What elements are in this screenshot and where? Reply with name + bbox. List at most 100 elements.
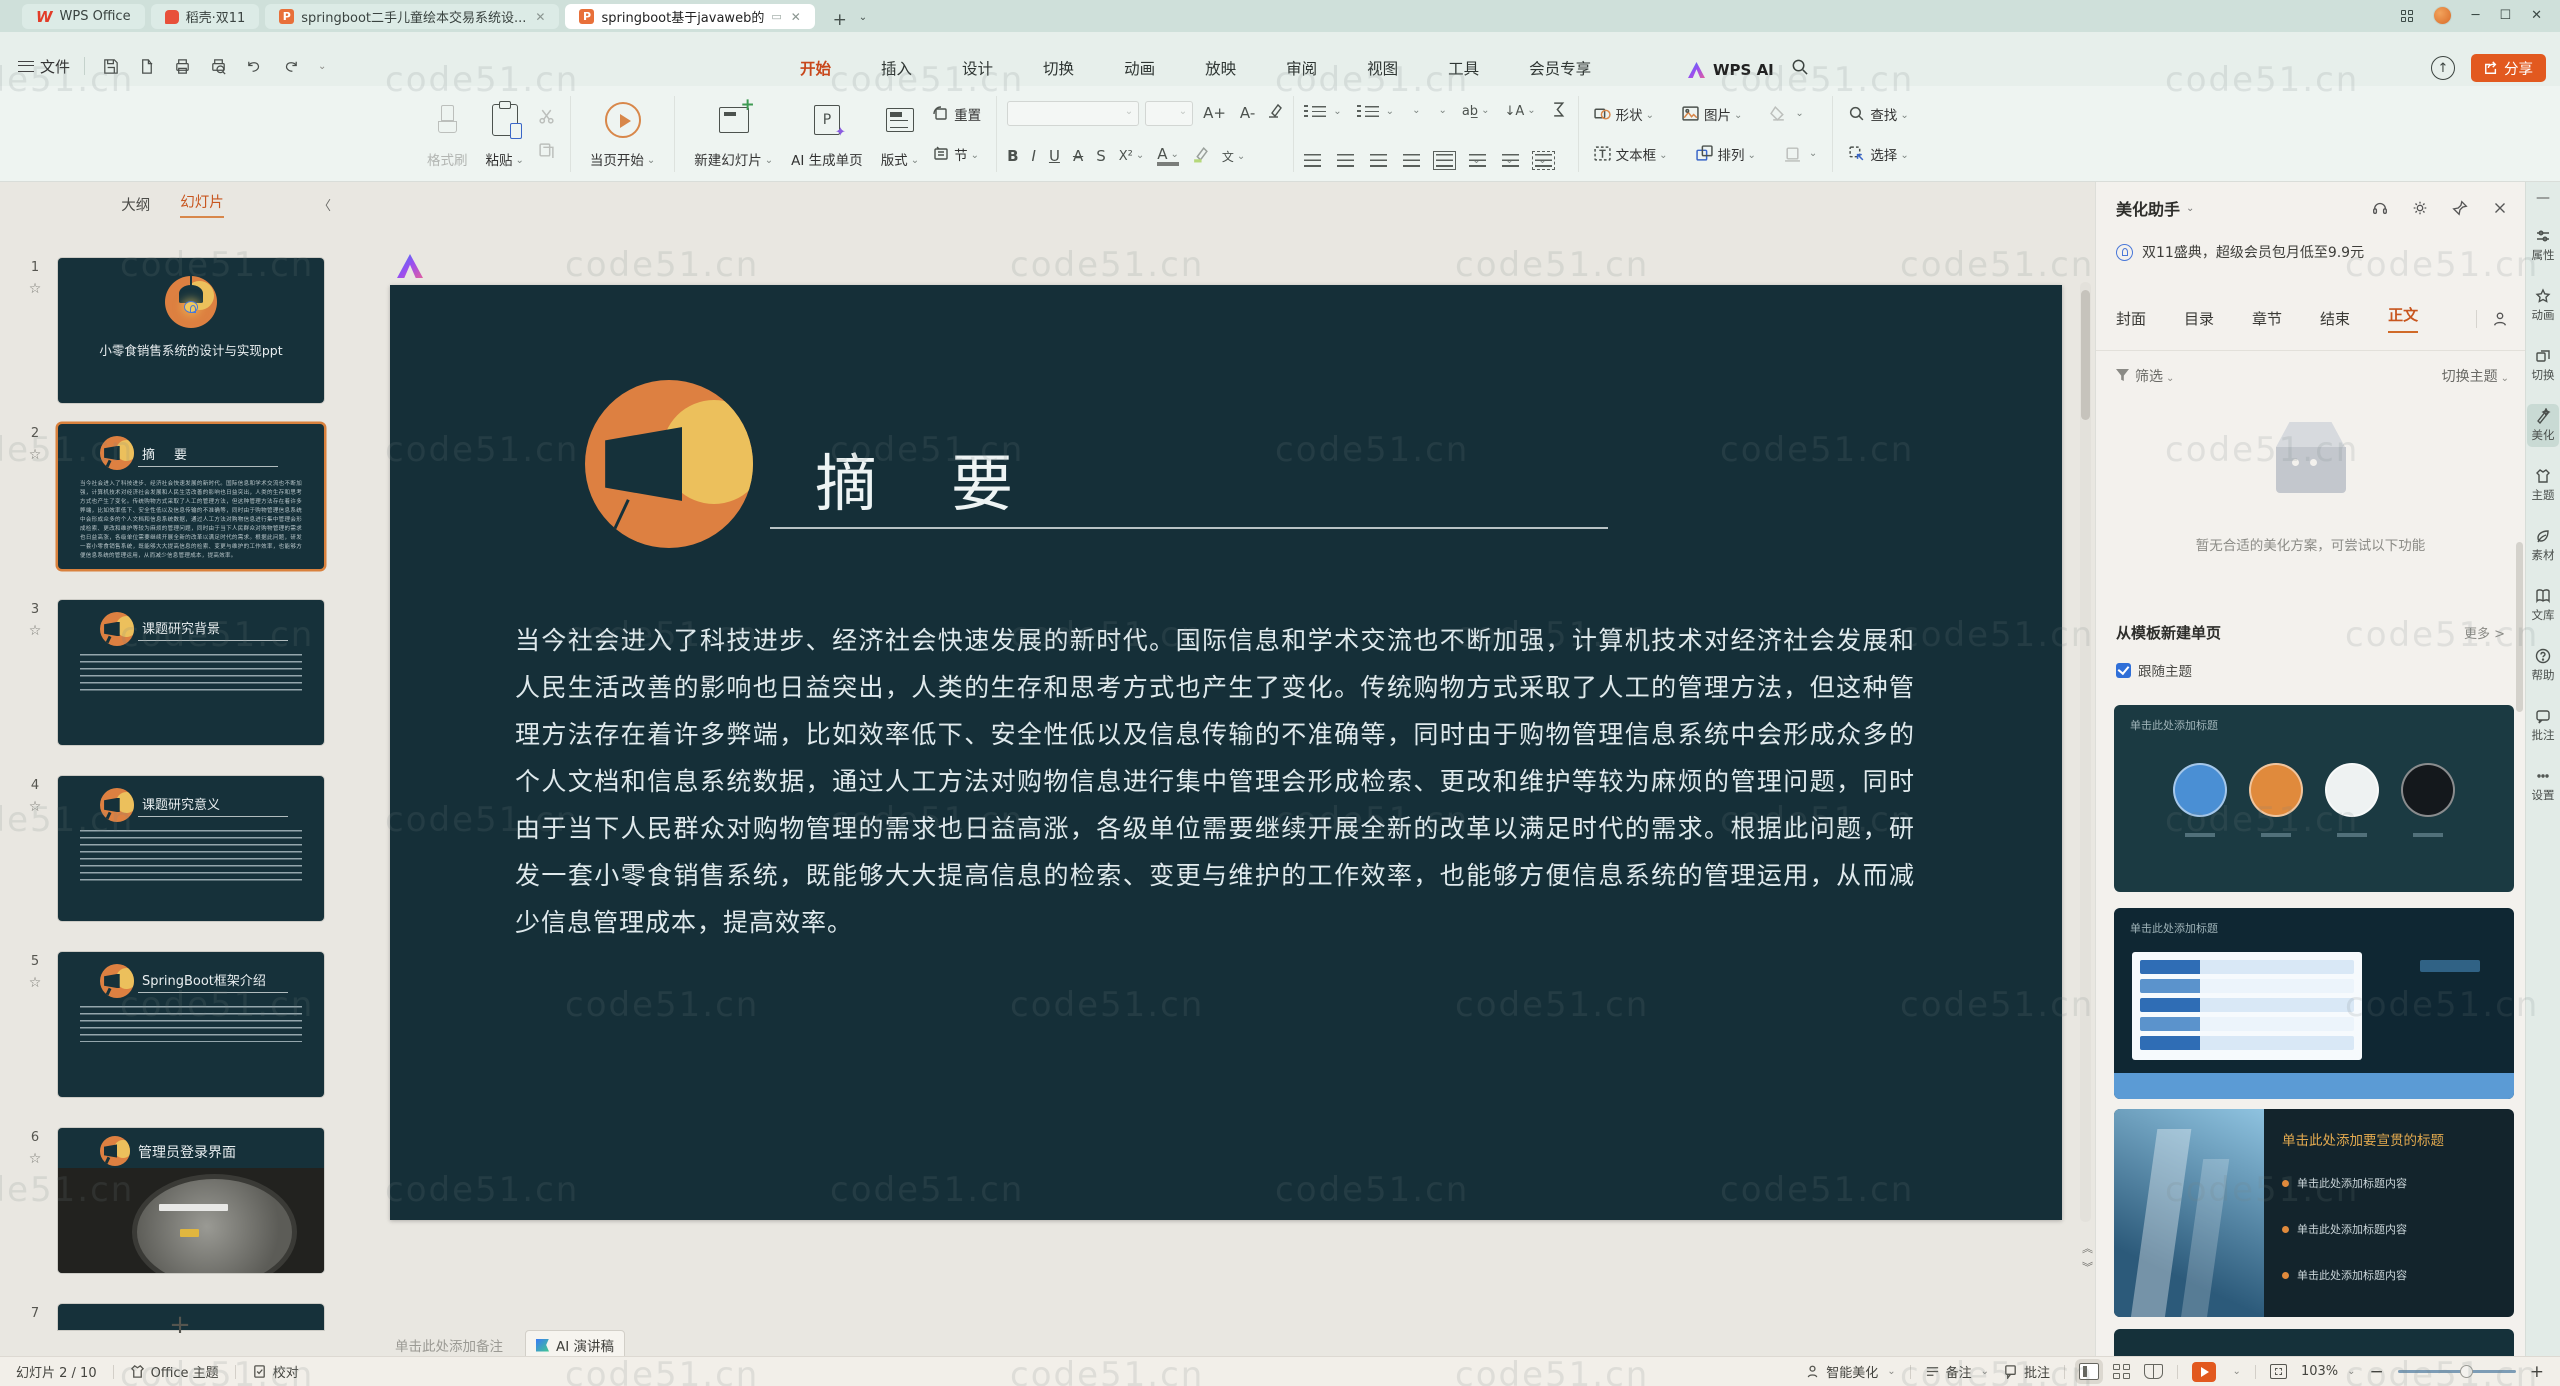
follow-theme-checkbox[interactable] [2116,663,2131,678]
close-tab-icon[interactable]: ✕ [791,10,801,24]
slide-thumbnail-5[interactable]: SpringBoot框架介绍 [58,952,324,1097]
slideshow-play-button[interactable] [2192,1362,2216,1382]
new-tab-button[interactable]: + [829,9,851,31]
decrease-indent-button[interactable] [1409,104,1420,119]
numbered-list-button[interactable] [1357,105,1394,117]
filter-dropdown[interactable]: 筛选⌄ [2116,366,2174,386]
increase-indent-button[interactable] [1435,104,1446,119]
proofing-button[interactable]: 校对 [252,1362,299,1381]
print-button[interactable] [171,55,193,77]
close-panel-icon[interactable] [2491,199,2509,217]
vertical-text-button[interactable]: ↓A [1504,104,1535,119]
new-slide-button[interactable]: 新建幻灯片 [685,97,782,171]
line-spacing-button[interactable] [1469,154,1486,167]
bullet-list-button[interactable] [1304,105,1341,117]
slide-thumbnail-6[interactable]: 管理员登录界面 [58,1128,324,1273]
rail-beautify[interactable]: 美化 [2527,404,2559,447]
tab-transition[interactable]: 切换 [1043,57,1074,79]
wps-ai-floating-icon[interactable] [397,254,423,278]
tab-list-dropdown-icon[interactable]: ⌄ [859,12,867,31]
wps-ai-button[interactable]: WPS AI [1688,61,1774,79]
slide-thumbnail-1[interactable]: 小零食销售系统的设计与实现ppt [58,258,324,403]
clear-format-button[interactable] [1265,102,1283,124]
close-tab-icon[interactable]: ✕ [535,10,545,24]
undo-button[interactable] [243,55,265,77]
tab-wps-home[interactable]: W WPS Office [22,4,145,29]
maximize-button[interactable]: ☐ [2499,9,2511,22]
smart-beautify-button[interactable]: 智能美化⌄ [1805,1362,1895,1381]
rail-assets[interactable]: 素材 [2527,524,2559,567]
zoom-slider[interactable] [2398,1370,2516,1373]
columns-button[interactable] [1502,154,1519,167]
select-button[interactable]: 选择 [1843,141,1913,167]
slide-sorter-view-button[interactable] [2113,1364,2130,1379]
notes-button[interactable]: 备注⌄ [1925,1362,1989,1381]
template-card-2[interactable]: 单击此处添加标题 [2114,908,2514,1099]
notes-placeholder[interactable]: 单击此处添加备注 [395,1335,503,1355]
bold-button[interactable]: B [1007,147,1018,165]
rail-transition[interactable]: 切换 [2527,344,2559,387]
italic-button[interactable]: I [1032,147,1036,165]
scrollbar-thumb[interactable] [2081,290,2090,420]
slide-body-text[interactable]: 当今社会进入了科技进步、经济社会快速发展的新时代。国际信息和学术交流也不断加强，… [515,617,1915,946]
panel-title[interactable]: 美化助手 [2116,196,2180,220]
tab-docer[interactable]: 稻壳·双11 [151,4,260,29]
star-icon[interactable]: ☆ [29,799,42,815]
slide-thumbnail-4[interactable]: 课题研究意义 [58,776,324,921]
textbox-button[interactable]: 文本框 [1589,141,1673,167]
rail-settings[interactable]: 设置 [2527,764,2559,807]
arrange-button[interactable]: 排列 [1691,141,1761,167]
cut-button[interactable] [533,104,560,130]
tab-document-1[interactable]: P springboot二手儿童绘本交易系统设... ✕ [265,4,559,29]
star-icon[interactable]: ☆ [29,447,42,463]
rail-theme[interactable]: 主题 [2527,464,2559,507]
tab-review[interactable]: 审阅 [1286,57,1317,79]
fill-color-button[interactable] [1765,101,1808,127]
template-card-1[interactable]: 单击此处添加标题 [2114,705,2514,892]
reset-button[interactable]: 重置 [928,101,986,127]
strikethrough-button[interactable]: A [1073,147,1083,165]
paste-button[interactable]: 粘贴 [477,97,533,171]
share-button[interactable]: 分享 [2471,54,2546,82]
tab-tools[interactable]: 工具 [1448,57,1479,79]
text-align-vertical-button[interactable] [1535,154,1552,167]
tab-member[interactable]: 会员专享 [1529,57,1591,79]
file-menu[interactable]: 文件 [18,56,70,77]
collapse-rail-icon[interactable]: — [2536,190,2550,206]
tab-document-active[interactable]: P springboot基于javaweb的 ▭ ✕ [565,4,814,29]
justify-button[interactable] [1403,154,1420,167]
underline-button[interactable]: U [1049,147,1060,165]
star-icon[interactable]: ☆ [29,975,42,991]
zoom-slider-knob[interactable] [2460,1365,2473,1378]
tab-home[interactable]: 开始 [800,57,831,79]
panel-scrollbar-thumb[interactable] [2516,542,2523,712]
zoom-level[interactable]: 103%⌄ [2301,1364,2356,1379]
export-button[interactable] [135,55,157,77]
rail-properties[interactable]: 属性 [2527,224,2559,267]
fit-slide-button[interactable] [2270,1364,2287,1379]
more-templates-link[interactable]: 更多 > [2464,623,2505,642]
slide-thumbnail-2-selected[interactable]: 摘 要 当今社会进入了科技进步、经济社会快速发展的新时代。国际信息和学术交流也不… [58,424,324,569]
format-painter-button[interactable]: 格式刷 [418,97,477,171]
normal-view-button[interactable] [2079,1363,2099,1380]
switch-theme-dropdown[interactable]: 切换主题⌄ [2442,366,2509,386]
font-color-button[interactable]: A [1157,147,1179,166]
minimize-button[interactable]: ─ [2472,9,2480,22]
apps-grid-icon[interactable] [2401,10,2413,22]
superscript-button[interactable]: X² [1119,149,1145,164]
copy-button[interactable] [533,138,560,164]
tab-insert[interactable]: 插入 [881,57,912,79]
star-icon[interactable]: ☆ [29,281,42,297]
tab-ending[interactable]: 结束 [2320,308,2350,329]
template-card-4-partial[interactable] [2114,1329,2514,1358]
slides-tab[interactable]: 幻灯片 [180,191,224,218]
tab-design[interactable]: 设计 [962,57,993,79]
outline-color-button[interactable] [1779,141,1822,167]
save-button[interactable] [99,55,121,77]
settings-gear-icon[interactable] [2411,199,2429,217]
user-avatar[interactable] [2433,6,2452,25]
play-options-dropdown[interactable]: ⌄ [2233,1366,2241,1377]
theme-button[interactable]: Office 主题 [130,1362,219,1381]
shapes-button[interactable]: 形状 [1589,101,1659,127]
rail-help[interactable]: 帮助 [2527,644,2559,687]
